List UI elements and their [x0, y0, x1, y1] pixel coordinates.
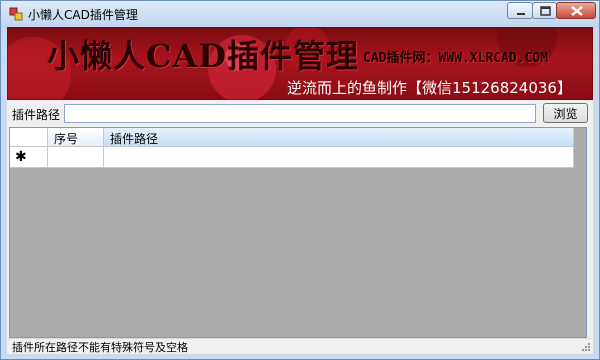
maximize-button[interactable]: [532, 2, 557, 19]
new-row-path-cell[interactable]: [104, 147, 574, 168]
maximize-icon: [540, 6, 551, 16]
cad-app-icon: [9, 7, 23, 21]
title-bar[interactable]: 小懒人CAD插件管理: [1, 1, 599, 27]
close-icon: [571, 6, 583, 16]
minimize-button[interactable]: [507, 2, 533, 19]
browse-button[interactable]: 浏览: [543, 103, 588, 123]
window-title: 小懒人CAD插件管理: [28, 8, 138, 22]
app-window: 小懒人CAD插件管理 小懒人CAD插件管理 CAD插件网：WWW.XLRCAD.…: [0, 0, 600, 360]
minimize-icon: [517, 13, 525, 15]
status-text: 插件所在路径不能有特殊符号及空格: [12, 341, 188, 354]
client-area: 小懒人CAD插件管理 CAD插件网：WWW.XLRCAD.COM 逆流而上的鱼制…: [7, 27, 593, 354]
column-header-index[interactable]: 序号: [48, 128, 104, 147]
resize-grip-icon[interactable]: [581, 342, 591, 352]
banner-author: 逆流而上的鱼制作【微信15126824036】: [287, 79, 572, 97]
banner-title: 小懒人CAD插件管理: [47, 37, 360, 75]
status-bar: 插件所在路径不能有特殊符号及空格: [7, 338, 593, 354]
close-button[interactable]: [556, 2, 596, 19]
grid-corner-header[interactable]: [10, 128, 48, 147]
header-banner: 小懒人CAD插件管理 CAD插件网：WWW.XLRCAD.COM 逆流而上的鱼制…: [7, 27, 593, 100]
plugin-grid[interactable]: 序号 插件路径 ✱: [9, 127, 587, 338]
plugin-path-input[interactable]: [64, 104, 536, 123]
new-row-marker: ✱: [15, 149, 27, 165]
column-header-plugin-path[interactable]: 插件路径: [104, 128, 574, 147]
banner-site-url: CAD插件网：WWW.XLRCAD.COM: [363, 51, 549, 66]
new-row-header[interactable]: ✱: [10, 147, 48, 168]
new-row-index-cell[interactable]: [48, 147, 104, 168]
plugin-path-label: 插件路径: [12, 108, 61, 122]
